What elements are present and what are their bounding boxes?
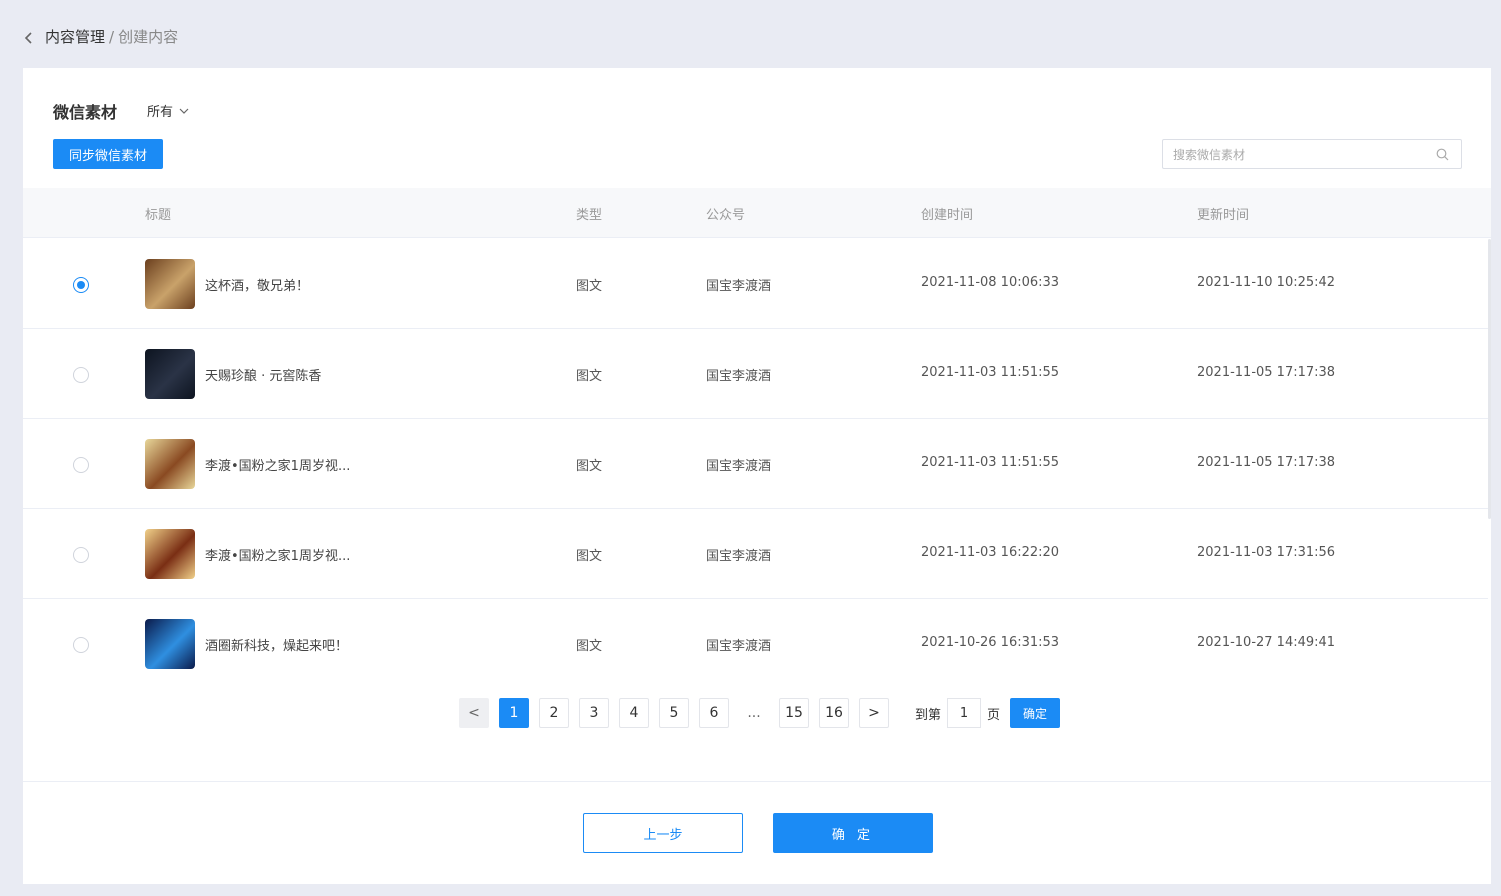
row-radio[interactable]	[73, 367, 89, 383]
back-arrow-icon[interactable]	[23, 30, 35, 46]
thumbnail-image	[145, 529, 195, 579]
goto-label: 到第	[915, 707, 942, 723]
row-account: 国宝李渡酒	[706, 459, 772, 474]
table-row[interactable]: 酒圈新科技，燥起来吧！ 图文 国宝李渡酒 2021-10-26 16:31:53…	[23, 599, 1488, 675]
row-updated: 2021-11-10 10:25:42	[1197, 275, 1336, 290]
goto-page-input[interactable]	[947, 698, 982, 728]
prev-step-button[interactable]: 上一步	[583, 813, 743, 853]
row-created: 2021-11-03 11:51:55	[921, 455, 1060, 470]
panel-title: 微信素材	[53, 103, 118, 122]
row-created: 2021-11-03 11:51:55	[921, 365, 1060, 380]
breadcrumb-parent[interactable]: 内容管理	[45, 28, 105, 46]
search-box[interactable]	[1162, 139, 1462, 169]
goto-suffix: 页	[987, 707, 1001, 723]
footer-divider	[23, 781, 1491, 782]
goto-confirm-button[interactable]: 确定	[1010, 698, 1061, 728]
column-type: 类型	[576, 208, 603, 223]
thumbnail-image	[145, 349, 195, 399]
row-title: 李渡•国粉之家1周岁视...	[205, 459, 351, 474]
thumbnail-image	[145, 439, 195, 489]
next-page-button[interactable]: >	[859, 698, 889, 728]
row-radio[interactable]	[73, 637, 89, 653]
row-radio[interactable]	[73, 547, 89, 563]
row-account: 国宝李渡酒	[706, 279, 772, 294]
page-button[interactable]: 2	[539, 698, 569, 728]
row-created: 2021-10-26 16:31:53	[921, 635, 1060, 650]
row-title: 李渡•国粉之家1周岁视...	[205, 549, 351, 564]
row-account: 国宝李渡酒	[706, 369, 772, 384]
page-button[interactable]: 16	[819, 698, 849, 728]
breadcrumb-current: 创建内容	[118, 28, 179, 46]
row-created: 2021-11-08 10:06:33	[921, 275, 1060, 290]
row-type: 图文	[576, 459, 603, 474]
pagination: < 1 2 3 4 5 6 ... 15 16 > 到第 页 确定	[459, 698, 1061, 728]
page-button[interactable]: 3	[579, 698, 609, 728]
row-updated: 2021-11-05 17:17:38	[1197, 455, 1336, 470]
column-title: 标题	[145, 208, 172, 223]
thumbnail-image	[145, 259, 195, 309]
material-card: 微信素材 所有 同步微信素材 标题 类型 公众号 创建时间 更新时间 这杯酒，敬…	[23, 68, 1491, 884]
row-type: 图文	[576, 279, 603, 294]
top-bar: 内容管理 / 创建内容	[0, 0, 1501, 68]
table-row[interactable]: 这杯酒，敬兄弟！ 图文 国宝李渡酒 2021-11-08 10:06:33 20…	[23, 239, 1488, 329]
row-type: 图文	[576, 369, 603, 384]
table-row[interactable]: 李渡•国粉之家1周岁视... 图文 国宝李渡酒 2021-11-03 11:51…	[23, 419, 1488, 509]
filter-dropdown[interactable]: 所有	[147, 101, 189, 120]
column-created: 创建时间	[921, 208, 974, 223]
table-row[interactable]: 李渡•国粉之家1周岁视... 图文 国宝李渡酒 2021-11-03 16:22…	[23, 509, 1488, 599]
table-header: 标题 类型 公众号 创建时间 更新时间	[23, 188, 1491, 238]
table-scrollbar[interactable]	[1488, 239, 1491, 519]
row-title: 这杯酒，敬兄弟！	[205, 279, 310, 294]
row-updated: 2021-11-03 17:31:56	[1197, 545, 1336, 560]
column-updated: 更新时间	[1197, 208, 1250, 223]
page-button[interactable]: 5	[659, 698, 689, 728]
row-created: 2021-11-03 16:22:20	[921, 545, 1060, 560]
chevron-down-icon	[179, 108, 189, 114]
row-account: 国宝李渡酒	[706, 549, 772, 564]
row-radio[interactable]	[73, 277, 89, 293]
row-title: 酒圈新科技，燥起来吧！	[205, 639, 349, 654]
page-button[interactable]: 1	[499, 698, 529, 728]
breadcrumb-separator: /	[109, 28, 115, 46]
search-input[interactable]	[1173, 146, 1423, 164]
table-body: 这杯酒，敬兄弟！ 图文 国宝李渡酒 2021-11-08 10:06:33 20…	[23, 239, 1491, 675]
table-row[interactable]: 天赐珍酿 · 元窖陈香 图文 国宝李渡酒 2021-11-03 11:51:55…	[23, 329, 1488, 419]
sync-material-button[interactable]: 同步微信素材	[53, 139, 163, 169]
page-button[interactable]: 6	[699, 698, 729, 728]
row-type: 图文	[576, 549, 603, 564]
row-title: 天赐珍酿 · 元窖陈香	[205, 369, 322, 384]
column-account: 公众号	[706, 208, 746, 223]
search-icon[interactable]	[1436, 148, 1449, 161]
prev-page-button[interactable]: <	[459, 698, 489, 728]
page-button[interactable]: 15	[779, 698, 809, 728]
row-updated: 2021-11-05 17:17:38	[1197, 365, 1336, 380]
row-account: 国宝李渡酒	[706, 639, 772, 654]
filter-label: 所有	[147, 105, 174, 120]
confirm-button[interactable]: 确 定	[773, 813, 933, 853]
row-radio[interactable]	[73, 457, 89, 473]
row-type: 图文	[576, 639, 603, 654]
thumbnail-image	[145, 619, 195, 669]
page-button[interactable]: 4	[619, 698, 649, 728]
breadcrumb: 内容管理 / 创建内容	[45, 27, 178, 47]
page-ellipsis[interactable]: ...	[739, 698, 769, 728]
row-updated: 2021-10-27 14:49:41	[1197, 635, 1336, 650]
